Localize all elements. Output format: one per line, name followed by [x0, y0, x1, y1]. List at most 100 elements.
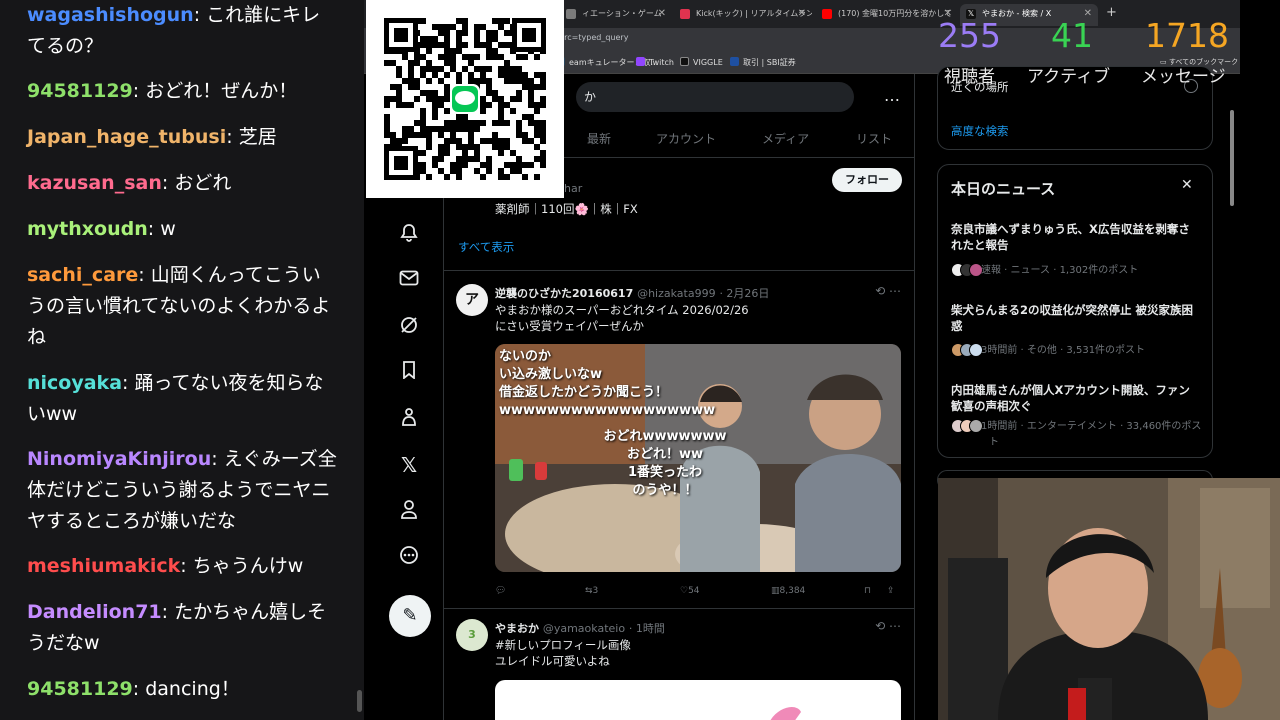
chat-text: 芝居: [238, 126, 277, 148]
twitch-icon: [636, 57, 645, 66]
profile-icon[interactable]: [397, 499, 421, 523]
overlay-line: のうや！！: [632, 483, 698, 498]
chat-username[interactable]: kazusan_san: [27, 172, 162, 194]
tweet-time: · 1時間: [628, 622, 665, 635]
share-icon[interactable]: ⇪: [887, 586, 895, 596]
line-qr-code: [366, 0, 564, 198]
chat-text: dancing！: [145, 678, 240, 700]
avatars-icon: [951, 343, 983, 360]
chat-username[interactable]: 94581129: [27, 678, 133, 700]
more-icon[interactable]: [397, 545, 421, 569]
communities-icon[interactable]: [397, 407, 421, 431]
video-overlay-text: ないのか い込み激しいなw 借金返したかどうか聞こう！ wwwwwwwwwwww…: [499, 348, 715, 420]
news-item-meta: 1時間前 · エンターテイメント · 33,460件のポスト: [951, 419, 1203, 449]
tweet[interactable]: ア 逆襲のひざかた20160617 @hizakata999 · 2月26日 ⟲…: [444, 270, 914, 608]
news-item-title[interactable]: 内田雄馬さんが個人Xアカウント開設、ファン歓喜の声相次ぐ: [951, 382, 1201, 414]
chat-message: 94581129: おどれ！ぜんか！: [27, 80, 298, 102]
tweet-author[interactable]: 逆襲のひざかた20160617 @hizakata999 · 2月26日: [495, 285, 769, 301]
active-count: 41: [1051, 16, 1093, 55]
close-icon[interactable]: ✕: [658, 4, 666, 24]
bookmark-icon[interactable]: ⊓: [864, 586, 871, 596]
post-button[interactable]: ✎: [389, 595, 431, 637]
bookmark-item[interactable]: Twitch: [636, 57, 674, 67]
user-bio: 薬剤師｜110回🌸｜株｜FX: [495, 202, 638, 216]
overlay-line: おどれ！ww: [626, 447, 704, 462]
chat-message: 94581129: dancing！: [27, 678, 240, 700]
meta-text: 3時間前 · その他 · 3,531件のポスト: [981, 345, 1146, 356]
chat-text: ちゃうんけw: [192, 555, 304, 577]
follow-button[interactable]: フォロー: [832, 168, 902, 192]
chat-username[interactable]: meshiumakick: [27, 555, 180, 577]
chat-username[interactable]: 94581129: [27, 80, 133, 102]
chat-username[interactable]: Dandelion71: [27, 601, 162, 623]
grok-icon[interactable]: [397, 315, 421, 339]
news-card: 本日のニュース ✕ 奈良市議へずまりゅう氏、X広告収益を剥奪されたと報告 速報 …: [937, 164, 1213, 458]
stream-stats: 255 41 1718 視聴者 アクティブ メッセージ: [935, 16, 1235, 87]
avatar[interactable]: 3: [456, 619, 488, 651]
avatars-icon: [951, 419, 983, 437]
messages-icon[interactable]: [397, 269, 421, 293]
tab-favicon-icon: [822, 9, 832, 19]
tweet-media[interactable]: ないのか い込み激しいなw 借金返したかどうか聞こう！ wwwwwwwwwwww…: [495, 344, 901, 572]
page-scrollbar[interactable]: [1230, 110, 1234, 206]
notifications-icon[interactable]: [397, 223, 421, 247]
tab-favicon-icon: [566, 9, 576, 19]
news-item-title[interactable]: 柴犬らんまる2の収益化が突然停止 被災家族困惑: [951, 302, 1201, 334]
overlay-line: 借金返したかどうか聞こう！: [499, 385, 669, 400]
webcam-feed: [938, 478, 1280, 720]
chat-scrollbar[interactable]: [357, 690, 362, 712]
news-header: 本日のニュース: [951, 180, 1056, 198]
tab-lists[interactable]: リスト: [856, 130, 892, 147]
tweet-author[interactable]: やまおか @yamaokateio · 1時間: [495, 620, 665, 636]
tab-favicon-icon: [680, 9, 690, 19]
chat-username[interactable]: Japan_hage_tubusi: [27, 126, 226, 148]
feather-icon: ✎: [402, 605, 418, 626]
sbi-icon: [730, 57, 739, 66]
show-all-link[interactable]: すべて表示: [458, 239, 514, 255]
browser-tab[interactable]: ィエーション・ゲーム ✕: [560, 4, 672, 26]
messages-label: メッセージ: [1141, 67, 1226, 87]
tweet-more-icon[interactable]: ⟲ ⋯: [875, 284, 901, 298]
tab-media[interactable]: メディア: [762, 130, 809, 147]
like-button[interactable]: ♡ 54: [680, 586, 700, 596]
hashtag-link[interactable]: #新しいプロフィール画像: [495, 637, 631, 653]
advanced-search-link[interactable]: 高度な検索: [951, 123, 1009, 139]
news-item-title[interactable]: 奈良市議へずまりゅう氏、X広告収益を剥奪されたと報告: [951, 221, 1201, 253]
search-input[interactable]: か: [576, 82, 854, 112]
more-options-icon[interactable]: …: [884, 86, 900, 105]
chat-username[interactable]: mythxoudn: [27, 218, 148, 240]
user-handle[interactable]: har: [564, 182, 582, 195]
x-premium-icon[interactable]: 𝕏: [397, 453, 421, 477]
chat-message: mythxoudn: w: [27, 218, 176, 240]
bookmark-item[interactable]: 取引 | SBI証券: [730, 57, 796, 68]
tweet-more-icon[interactable]: ⟲ ⋯: [875, 619, 901, 633]
retweet-button[interactable]: ⇆ 3: [585, 586, 598, 596]
chat-username[interactable]: wagashishogun: [27, 4, 194, 26]
overlay-line: おどれwwwwwww: [603, 429, 727, 444]
url-text[interactable]: src=typed_query: [560, 33, 628, 42]
bookmark-icon[interactable]: [397, 361, 421, 385]
bookmark-item[interactable]: VIGGLE: [680, 57, 723, 67]
close-icon[interactable]: ✕: [798, 4, 806, 24]
tweet-media[interactable]: [495, 680, 901, 720]
tweet[interactable]: 3 やまおか @yamaokateio · 1時間 ⟲ ⋯ #新しいプロフィール…: [444, 608, 914, 720]
browser-tab[interactable]: Kick(キック) | リアルタイムランキン✕: [674, 4, 812, 26]
tab-accounts[interactable]: アカウント: [656, 130, 716, 147]
meta-text: 速報 · ニュース · 1,302件のポスト: [981, 265, 1139, 276]
news-item-meta: 速報 · ニュース · 1,302件のポスト: [951, 261, 1138, 280]
chat-message: meshiumakick: ちゃうんけw: [27, 555, 304, 577]
close-icon[interactable]: ✕: [1181, 177, 1193, 193]
retweet-count: 3: [592, 586, 599, 596]
reply-icon[interactable]: 💬︎: [495, 586, 506, 596]
avatar[interactable]: ア: [456, 284, 488, 316]
chat-username[interactable]: sachi_care: [27, 264, 138, 286]
tab-latest[interactable]: 最新: [587, 130, 611, 147]
chat-username[interactable]: nicoyaka: [27, 372, 122, 394]
chat-panel: wagashishogun: これ誰にキレてるの？ 94581129: おどれ！…: [0, 0, 364, 720]
author-handle: @hizakata999: [637, 287, 716, 300]
overlay-line: wwwwwwwwwwwwwwwwww: [499, 403, 716, 418]
chat-username[interactable]: NinomiyaKinjirou: [27, 448, 211, 470]
viggle-icon: [680, 57, 689, 66]
bookmark-label: 取引 | SBI証券: [743, 58, 796, 67]
views-button[interactable]: ▥ 8,384: [771, 586, 805, 596]
